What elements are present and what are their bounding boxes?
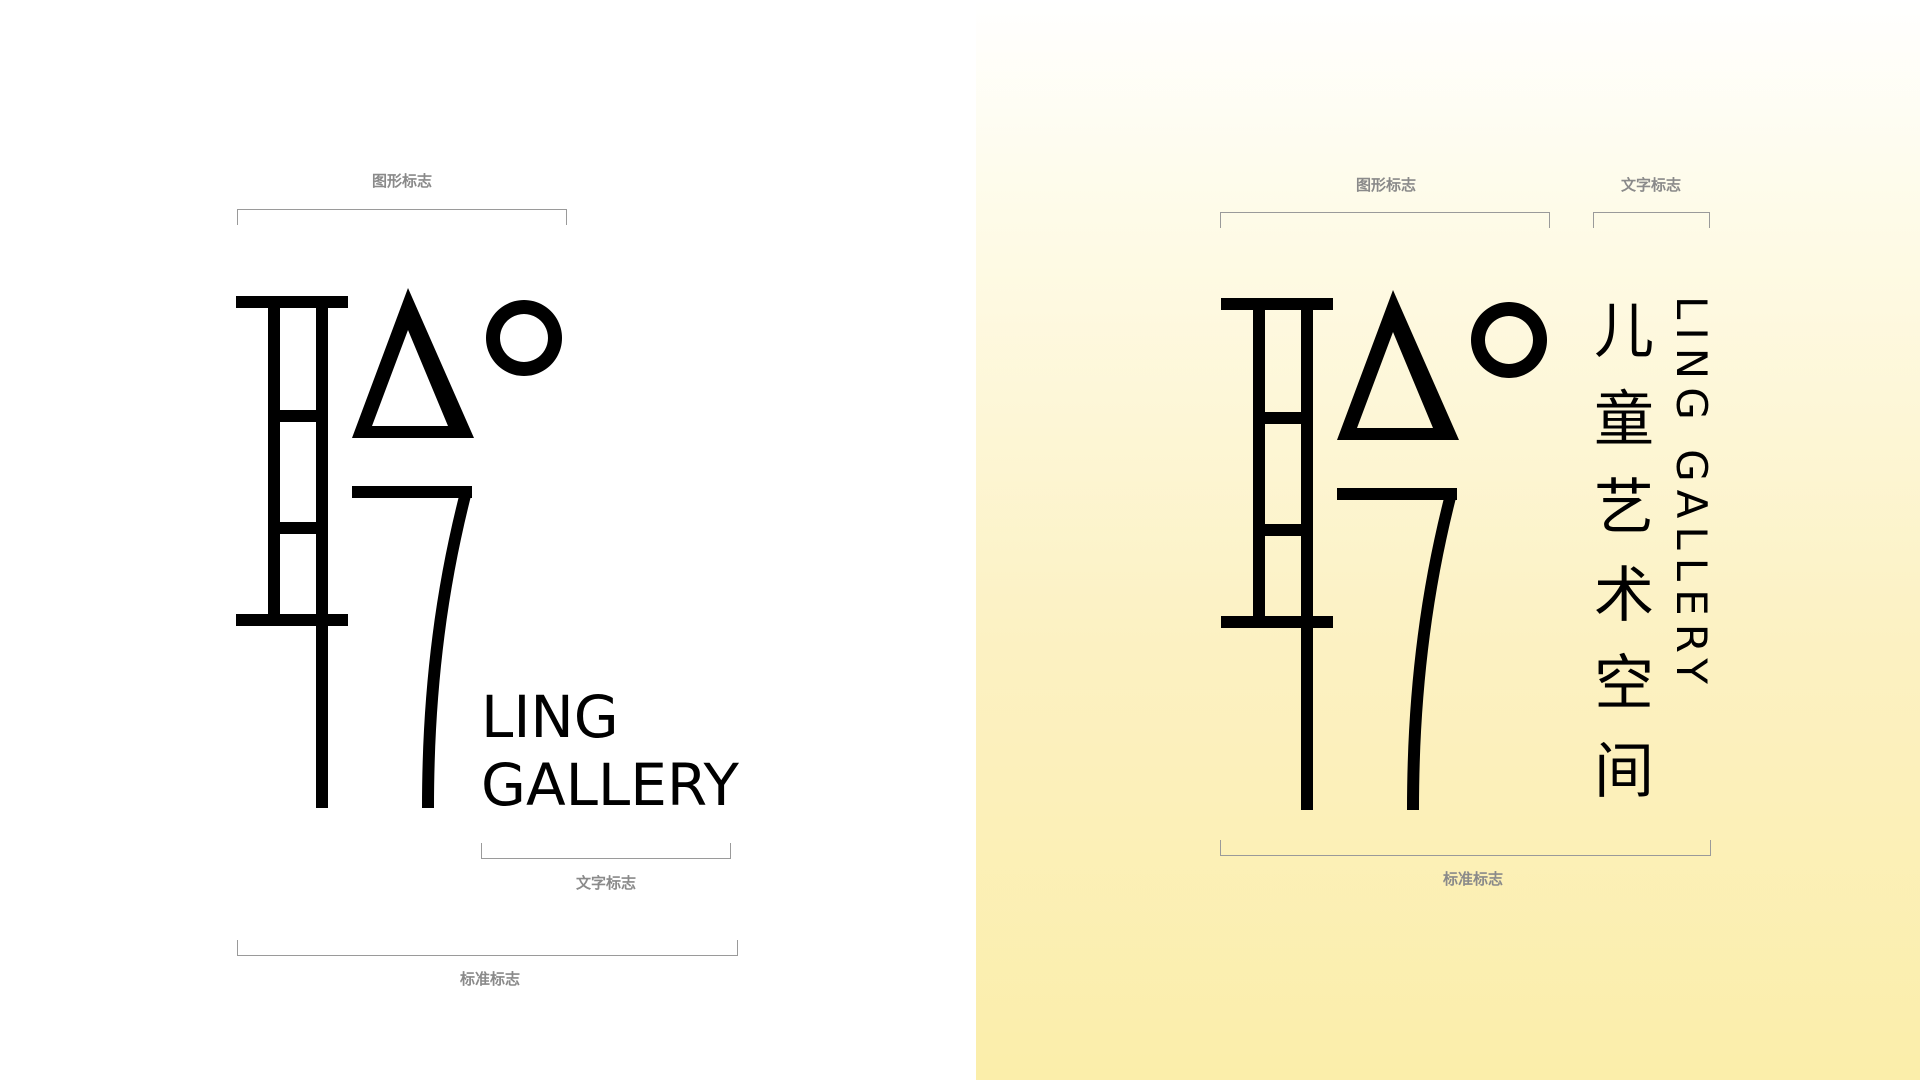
vertical-english-name: LING GALLERY <box>1667 296 1716 692</box>
text-logo-caption-right: 文字标志 <box>1620 176 1682 194</box>
right-panel: 图形标志 文字标志 儿 童 艺 术 空 间 LING GALLERY 标准标志 <box>976 0 1920 1080</box>
cn-char: 术 <box>1594 561 1654 631</box>
page: 图形标志 LING GALLERY 文字标志 标准标志 图形标志 文字标志 儿 … <box>0 0 1920 1080</box>
standard-logo-bracket-right <box>1220 840 1711 856</box>
text-logo-bracket-right <box>1593 212 1710 228</box>
left-panel: 图形标志 LING GALLERY 文字标志 标准标志 <box>0 0 976 1080</box>
standard-logo-bracket <box>237 940 738 956</box>
cn-char: 艺 <box>1594 473 1654 543</box>
graphic-logo-caption: 图形标志 <box>371 172 433 190</box>
cn-char: 儿 <box>1594 297 1654 367</box>
vertical-chinese-name: 儿 童 艺 术 空 间 <box>1589 288 1659 816</box>
text-logo-caption: 文字标志 <box>575 874 637 892</box>
graphic-logo-caption-right: 图形标志 <box>1355 176 1417 194</box>
text-logo-bracket <box>481 843 731 859</box>
wordmark-ling: LING <box>481 683 619 751</box>
standard-logo-caption-right: 标准标志 <box>1442 870 1504 888</box>
graphic-logo-bracket-right <box>1220 212 1550 228</box>
graphic-logo-bracket <box>237 209 567 225</box>
cn-char: 间 <box>1594 737 1654 807</box>
standard-logo-caption: 标准标志 <box>459 970 521 988</box>
wordmark-gallery: GALLERY <box>481 751 739 819</box>
cn-char: 童 <box>1594 385 1654 455</box>
cn-char: 空 <box>1594 649 1654 719</box>
ling-character-logo-icon-right <box>1221 290 1548 810</box>
